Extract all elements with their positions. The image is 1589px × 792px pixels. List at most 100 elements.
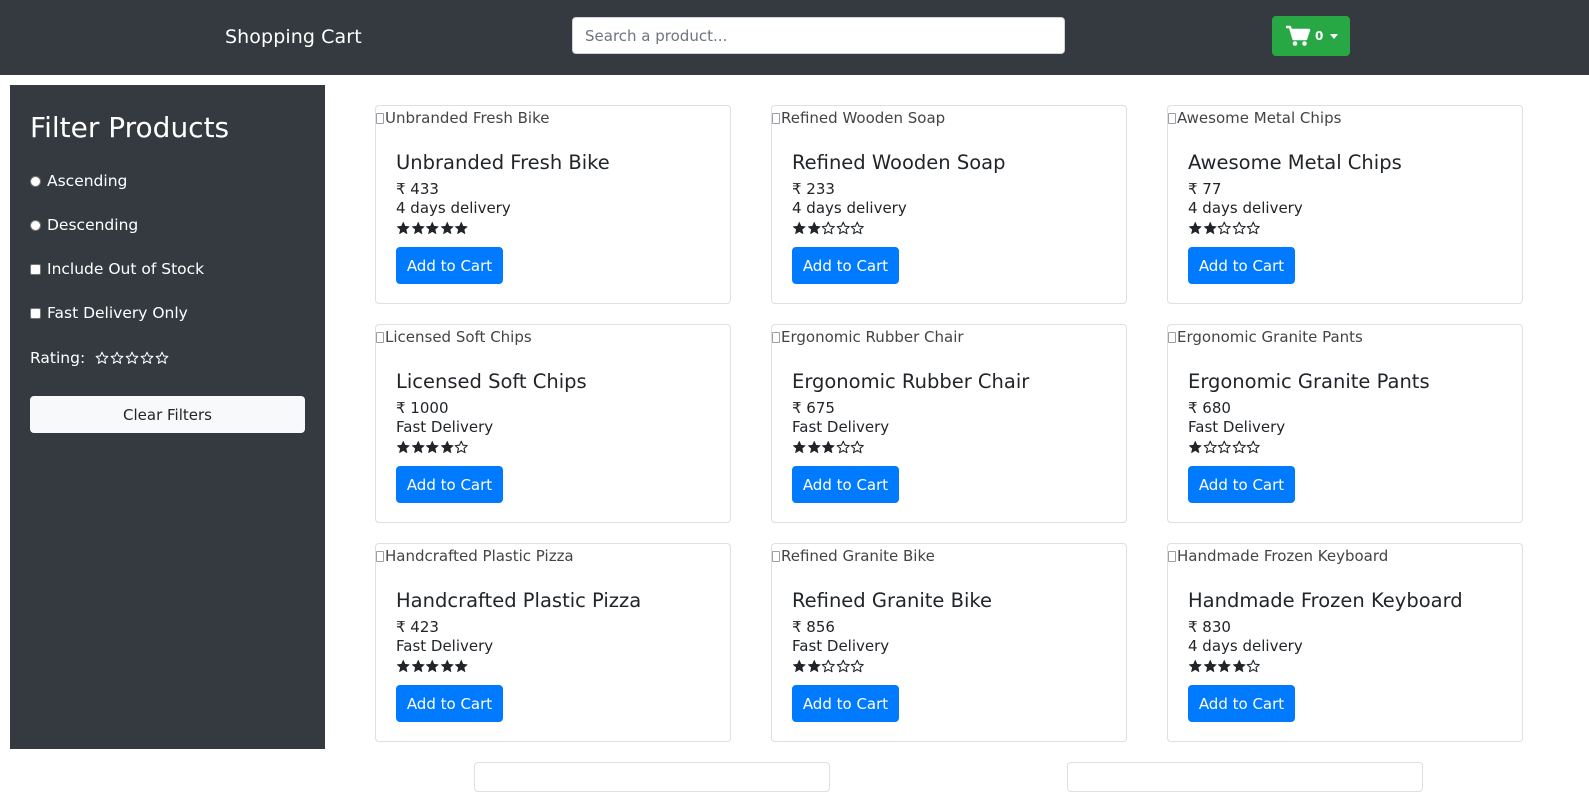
product-title: Handmade Frozen Keyboard	[1188, 589, 1463, 612]
product-delivery: Fast Delivery	[792, 637, 890, 655]
product-card: Refined Wooden Soap Refined Wooden Soap ₹ …	[771, 105, 1127, 304]
broken-image-icon	[376, 112, 384, 124]
rating-filter-star-icon[interactable]	[125, 351, 139, 365]
product-title: Awesome Metal Chips	[1188, 151, 1402, 174]
product-title: Ergonomic Rubber Chair	[792, 370, 1030, 393]
product-price: ₹ 423	[396, 618, 439, 636]
product-card: Ergonomic Rubber Chair Ergonomic Rubber C…	[771, 324, 1127, 523]
product-delivery: 4 days delivery	[792, 199, 907, 217]
fast-delivery-checkbox[interactable]	[30, 307, 41, 319]
add-to-cart-button[interactable]: Add to Cart	[396, 247, 503, 284]
star-filled-icon	[1188, 440, 1202, 453]
add-to-cart-button[interactable]: Add to Cart	[1188, 247, 1295, 284]
rating-filter: Rating:	[30, 347, 169, 369]
star-filled-icon	[396, 221, 410, 234]
cart-dropdown-button[interactable]: 0	[1272, 16, 1350, 56]
broken-image-icon	[772, 112, 780, 124]
star-filled-icon	[1188, 659, 1202, 672]
brand-title[interactable]: Shopping Cart	[225, 24, 362, 50]
product-title: Ergonomic Granite Pants	[1188, 370, 1430, 393]
product-delivery: Fast Delivery	[1188, 418, 1286, 436]
rating-filter-star-icon[interactable]	[95, 351, 109, 365]
product-card: Unbranded Fresh Bike Unbranded Fresh Bike…	[375, 105, 731, 304]
star-filled-icon	[396, 659, 410, 672]
product-rating	[792, 440, 865, 455]
clear-filters-button[interactable]: Clear Filters	[30, 396, 305, 433]
star-filled-icon	[454, 659, 468, 672]
product-price: ₹ 680	[1188, 399, 1231, 417]
star-outline-icon	[1246, 440, 1260, 454]
product-card: Licensed Soft Chips Licensed Soft Chips ₹ …	[375, 324, 731, 523]
add-to-cart-button[interactable]: Add to Cart	[1188, 466, 1295, 503]
search-input[interactable]	[572, 17, 1065, 54]
product-card: Refined Granite Bike Refined Granite Bike…	[771, 543, 1127, 742]
sort-descending-option[interactable]: Descending	[30, 214, 138, 236]
include-out-of-stock-option[interactable]: Include Out of Stock	[30, 258, 204, 280]
product-image: Handcrafted Plastic Pizza	[376, 547, 574, 565]
product-title: Refined Wooden Soap	[792, 151, 1006, 174]
ascending-radio[interactable]	[30, 175, 41, 187]
star-outline-icon	[1232, 440, 1246, 454]
star-outline-icon	[1217, 440, 1231, 454]
descending-label: Descending	[47, 216, 139, 234]
add-to-cart-button[interactable]: Add to Cart	[396, 685, 503, 722]
star-outline-icon	[454, 440, 468, 454]
filter-sidebar: Filter Products Ascending Descending Inc…	[10, 85, 325, 749]
product-image: Ergonomic Granite Pants	[1168, 328, 1363, 346]
sort-ascending-option[interactable]: Ascending	[30, 170, 127, 192]
product-image-alt-text: Unbranded Fresh Bike	[385, 109, 550, 127]
star-filled-icon	[807, 440, 821, 453]
rating-filter-star-icon[interactable]	[155, 351, 169, 365]
fast-delivery-option[interactable]: Fast Delivery Only	[30, 302, 188, 324]
rating-filter-star-icon[interactable]	[140, 351, 154, 365]
product-price: ₹ 830	[1188, 618, 1231, 636]
product-delivery: Fast Delivery	[396, 418, 494, 436]
product-delivery: 4 days delivery	[1188, 199, 1303, 217]
star-filled-icon	[454, 221, 468, 234]
star-outline-icon	[1217, 221, 1231, 235]
broken-image-icon	[1168, 550, 1176, 562]
product-image-alt-text: Ergonomic Granite Pants	[1177, 328, 1363, 346]
product-card: Handmade Frozen Keyboard Handmade Frozen …	[1167, 543, 1523, 742]
star-outline-icon	[1203, 440, 1217, 454]
add-to-cart-button[interactable]: Add to Cart	[792, 685, 899, 722]
product-image-alt-text: Awesome Metal Chips	[1177, 109, 1342, 127]
star-filled-icon	[1188, 221, 1202, 234]
broken-image-icon	[376, 550, 384, 562]
star-filled-icon	[792, 221, 806, 234]
product-price: ₹ 675	[792, 399, 835, 417]
star-outline-icon	[821, 221, 835, 235]
star-filled-icon	[821, 440, 835, 453]
add-to-cart-button[interactable]: Add to Cart	[1188, 685, 1295, 722]
product-image-alt-text: Refined Granite Bike	[781, 547, 935, 565]
star-filled-icon	[792, 440, 806, 453]
product-image-alt-text: Refined Wooden Soap	[781, 109, 946, 127]
product-rating	[792, 221, 865, 236]
product-card: Handcrafted Plastic Pizza Handcrafted Pla…	[375, 543, 731, 742]
descending-radio[interactable]	[30, 219, 41, 231]
star-filled-icon	[1217, 659, 1231, 672]
star-filled-icon	[396, 440, 410, 453]
add-to-cart-button[interactable]: Add to Cart	[792, 247, 899, 284]
star-filled-icon	[807, 659, 821, 672]
product-image-alt-text: Handcrafted Plastic Pizza	[385, 547, 574, 565]
include-out-of-stock-label: Include Out of Stock	[47, 260, 205, 278]
rating-filter-stars[interactable]	[95, 351, 169, 365]
product-rating	[396, 440, 469, 455]
product-title: Unbranded Fresh Bike	[396, 151, 610, 174]
product-title: Handcrafted Plastic Pizza	[396, 589, 642, 612]
star-outline-icon	[836, 440, 850, 454]
product-title: Licensed Soft Chips	[396, 370, 587, 393]
star-filled-icon	[411, 659, 425, 672]
rating-filter-star-icon[interactable]	[110, 351, 124, 365]
shopping-cart-icon	[1286, 25, 1311, 46]
star-filled-icon	[411, 221, 425, 234]
product-image: Unbranded Fresh Bike	[376, 109, 549, 127]
product-delivery: Fast Delivery	[792, 418, 890, 436]
add-to-cart-button[interactable]: Add to Cart	[396, 466, 503, 503]
star-filled-icon	[425, 659, 439, 672]
add-to-cart-button[interactable]: Add to Cart	[792, 466, 899, 503]
include-out-of-stock-checkbox[interactable]	[30, 263, 41, 275]
product-image: Handmade Frozen Keyboard	[1168, 547, 1388, 565]
product-price: ₹ 77	[1188, 180, 1222, 198]
